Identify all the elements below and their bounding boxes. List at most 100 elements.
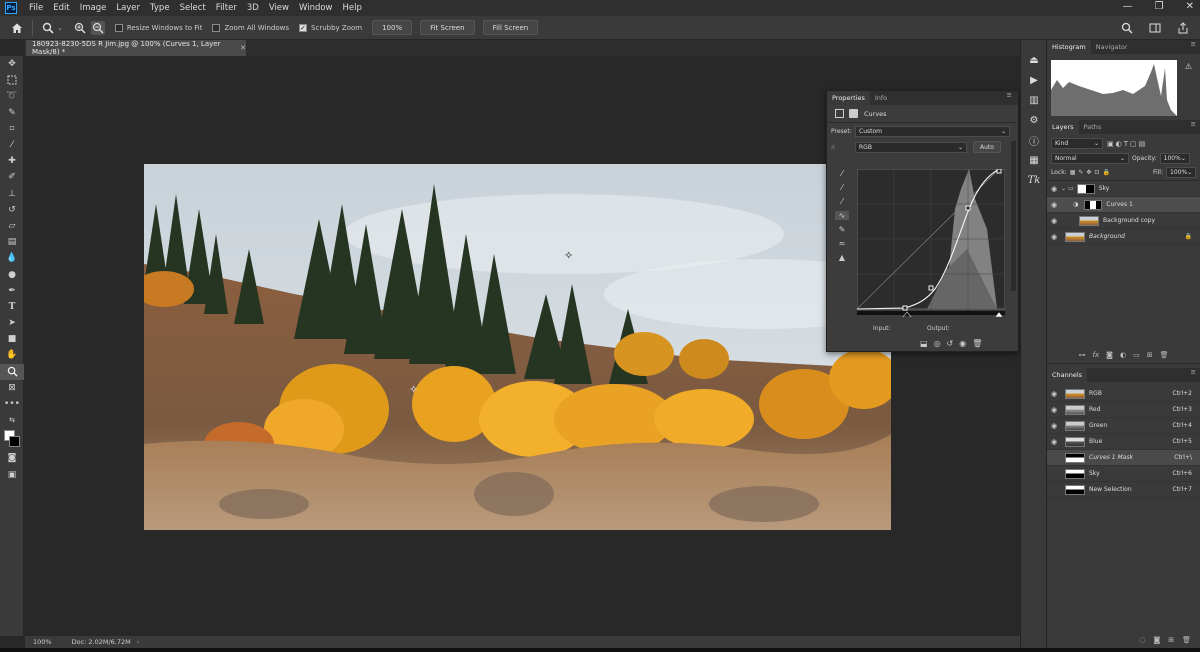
- menu-edit[interactable]: Edit: [48, 3, 74, 13]
- new-adjustment-icon[interactable]: ◐: [1120, 351, 1126, 359]
- reset-icon[interactable]: ↺: [947, 339, 954, 348]
- channel-row-green[interactable]: ◉ Green Ctrl+4: [1047, 418, 1200, 434]
- layer-row-background[interactable]: ◉ Background 🔒: [1047, 229, 1200, 245]
- document-tab[interactable]: 180923-8230-5DS R Jim.jpg @ 100% (Curves…: [26, 40, 246, 56]
- white-point-eyedropper-icon[interactable]: ⁄: [841, 197, 842, 206]
- channel-row-new-selection[interactable]: New Selection Ctrl+7: [1047, 482, 1200, 498]
- new-channel-icon[interactable]: ⊞: [1168, 636, 1174, 644]
- blend-mode-dropdown[interactable]: Normal ⌄: [1051, 153, 1129, 164]
- restore-button[interactable]: ❐: [1155, 1, 1164, 12]
- actions-play-icon[interactable]: ▶: [1021, 70, 1047, 90]
- menu-select[interactable]: Select: [175, 3, 211, 13]
- zoom-all-windows-checkbox[interactable]: Zoom All Windows: [212, 23, 289, 32]
- link-layers-icon[interactable]: ⊶: [1079, 351, 1086, 359]
- properties-scrollbar[interactable]: [1011, 141, 1016, 291]
- layer-thumbnail[interactable]: [1079, 215, 1099, 226]
- screen-mode-icon[interactable]: ▣: [0, 467, 24, 483]
- channel-row-sky[interactable]: Sky Ctrl+6: [1047, 466, 1200, 482]
- brush-tool-icon[interactable]: ✐: [0, 169, 24, 185]
- add-mask-icon[interactable]: ◙: [1106, 351, 1113, 359]
- delete-adjustment-icon[interactable]: 🗑: [972, 339, 982, 348]
- artboard-icon[interactable]: ⊠: [0, 380, 24, 396]
- menu-layer[interactable]: Layer: [111, 3, 145, 13]
- channel-row-rgb[interactable]: ◉ RGB Ctrl+2: [1047, 386, 1200, 402]
- menu-3d[interactable]: 3D: [242, 3, 264, 13]
- tk-panel-icon[interactable]: Tk: [1021, 170, 1047, 190]
- fit-screen-button[interactable]: Fit Screen: [420, 20, 475, 35]
- new-group-icon[interactable]: ▭: [1133, 351, 1140, 359]
- black-point-eyedropper-icon[interactable]: ⁄: [841, 169, 842, 178]
- zoom-in-icon[interactable]: [73, 21, 87, 35]
- libraries-icon[interactable]: ▦: [1021, 150, 1047, 170]
- marquee-tool-icon[interactable]: [0, 72, 24, 88]
- workspace-icon[interactable]: [1148, 21, 1162, 35]
- gradient-tool-icon[interactable]: ▤: [0, 234, 24, 250]
- visibility-eye-icon[interactable]: ◉: [1047, 438, 1061, 446]
- delete-layer-icon[interactable]: 🗑: [1160, 351, 1169, 359]
- curves-graph[interactable]: [857, 169, 1005, 317]
- menu-help[interactable]: Help: [338, 3, 367, 13]
- panel-menu-icon[interactable]: ≡: [1001, 91, 1018, 105]
- channel-row-blue[interactable]: ◉ Blue Ctrl+5: [1047, 434, 1200, 450]
- target-adjust-icon[interactable]: ☝: [831, 144, 855, 151]
- layer-filter-icons[interactable]: ▣◐T▢▤: [1107, 140, 1147, 148]
- clip-to-layer-icon[interactable]: ⬓: [920, 339, 928, 348]
- hand-tool-icon[interactable]: ✋: [0, 347, 24, 363]
- menu-file[interactable]: File: [24, 3, 48, 13]
- tool-preset-chevron-icon[interactable]: ⌄: [57, 24, 63, 32]
- clone-stamp-tool-icon[interactable]: ⊥: [0, 186, 24, 202]
- auto-button[interactable]: Auto: [973, 141, 1001, 153]
- visibility-eye-icon[interactable]: ◉: [1047, 217, 1061, 225]
- minimize-button[interactable]: —: [1123, 1, 1133, 12]
- tab-layers[interactable]: Layers: [1047, 120, 1079, 134]
- dodge-tool-icon[interactable]: ●: [0, 266, 24, 282]
- layer-mask-thumbnail[interactable]: [1084, 199, 1103, 210]
- history-brush-tool-icon[interactable]: ↺: [0, 202, 24, 218]
- layer-mask-thumbnail[interactable]: [1076, 183, 1095, 194]
- tab-navigator[interactable]: Navigator: [1091, 40, 1133, 54]
- visibility-eye-icon[interactable]: ◉: [1047, 422, 1061, 430]
- resize-windows-checkbox[interactable]: Resize Windows to Fit: [114, 23, 202, 32]
- pencil-curve-icon[interactable]: ✎: [839, 225, 846, 234]
- close-document-icon[interactable]: ✕: [240, 44, 246, 52]
- quick-mask-icon[interactable]: ◙: [0, 450, 24, 466]
- gray-point-eyedropper-icon[interactable]: ⁄: [841, 183, 842, 192]
- info-icon[interactable]: ⓘ: [1021, 130, 1047, 150]
- layer-style-icon[interactable]: fx: [1093, 351, 1100, 359]
- tab-channels[interactable]: Channels: [1047, 368, 1088, 382]
- zoom-100-button[interactable]: 100%: [372, 20, 413, 35]
- delete-channel-icon[interactable]: 🗑: [1182, 636, 1191, 644]
- close-window-button[interactable]: ✕: [1186, 1, 1194, 12]
- new-layer-icon[interactable]: ⊞: [1147, 351, 1153, 359]
- channel-row-red[interactable]: ◉ Red Ctrl+3: [1047, 402, 1200, 418]
- home-icon[interactable]: [10, 21, 24, 35]
- path-selection-tool-icon[interactable]: ➤: [0, 315, 24, 331]
- channel-dropdown[interactable]: RGB ⌄: [855, 141, 967, 153]
- visibility-eye-icon[interactable]: ◉: [959, 339, 966, 348]
- rectangle-tool-icon[interactable]: ■: [0, 331, 24, 347]
- zoom-tool-icon[interactable]: [0, 363, 24, 380]
- mask-icon[interactable]: [849, 109, 858, 118]
- blur-tool-icon[interactable]: 💧: [0, 250, 24, 266]
- eraser-tool-icon[interactable]: ▱: [0, 218, 24, 234]
- menu-window[interactable]: Window: [294, 3, 338, 13]
- histogram-warning-icon[interactable]: ⚠: [1185, 62, 1192, 71]
- lock-icons[interactable]: ▦✎✥⊡🔒: [1070, 169, 1113, 176]
- layer-thumbnail[interactable]: [1065, 231, 1085, 242]
- clipping-warning-icon[interactable]: ▲: [839, 253, 845, 262]
- background-color-swatch[interactable]: [9, 436, 20, 448]
- history-icon[interactable]: ⏏: [1021, 50, 1047, 70]
- pen-tool-icon[interactable]: ✒: [0, 283, 24, 299]
- visibility-eye-icon[interactable]: ◉: [1047, 185, 1061, 193]
- search-icon[interactable]: [1120, 21, 1134, 35]
- save-selection-icon[interactable]: ◙: [1153, 636, 1160, 644]
- group-chevron-icon[interactable]: ⌄: [1061, 185, 1066, 192]
- fill-screen-button[interactable]: Fill Screen: [482, 20, 539, 35]
- eyedropper-tool-icon[interactable]: ⁄: [0, 137, 24, 153]
- share-icon[interactable]: [1176, 21, 1190, 35]
- lock-icon[interactable]: 🔒: [1185, 233, 1192, 240]
- tab-paths[interactable]: Paths: [1079, 120, 1107, 134]
- layer-filter-dropdown[interactable]: Kind ⌄: [1051, 138, 1103, 149]
- channels-menu-icon[interactable]: ≡: [1187, 368, 1200, 382]
- scrubby-zoom-checkbox[interactable]: ✓ Scrubby Zoom: [299, 23, 362, 32]
